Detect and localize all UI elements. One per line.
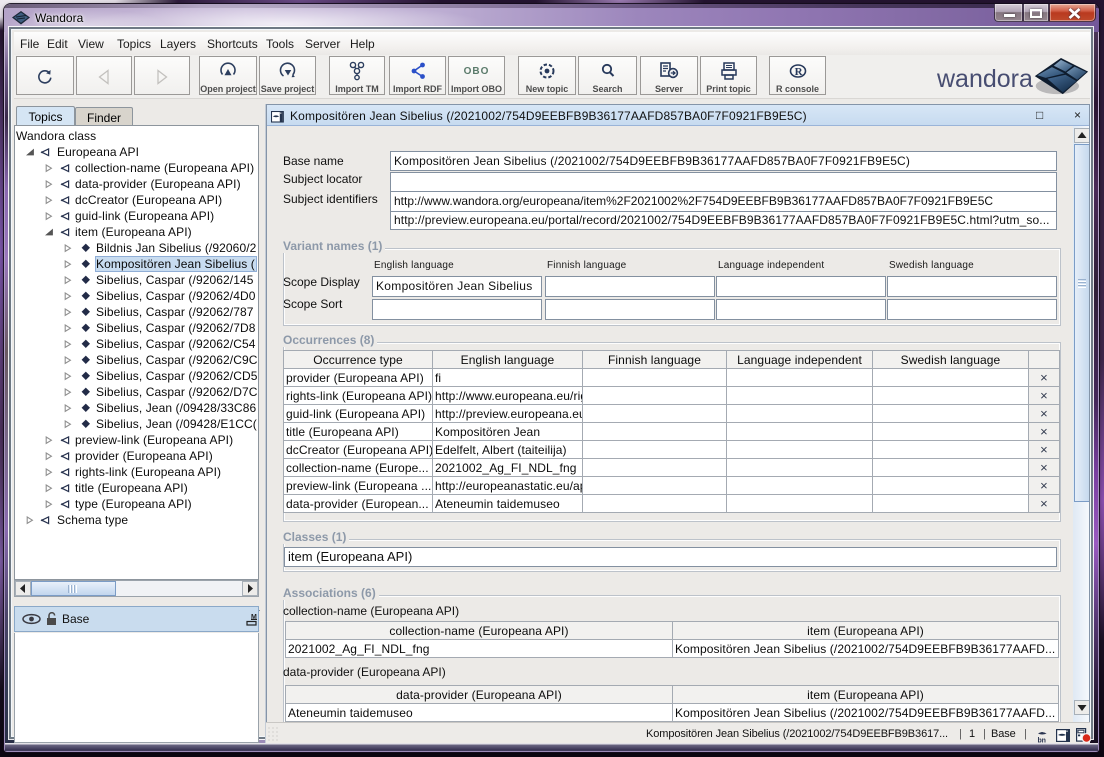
svg-text:R: R xyxy=(794,66,803,78)
svg-text:bn: bn xyxy=(1038,738,1046,744)
